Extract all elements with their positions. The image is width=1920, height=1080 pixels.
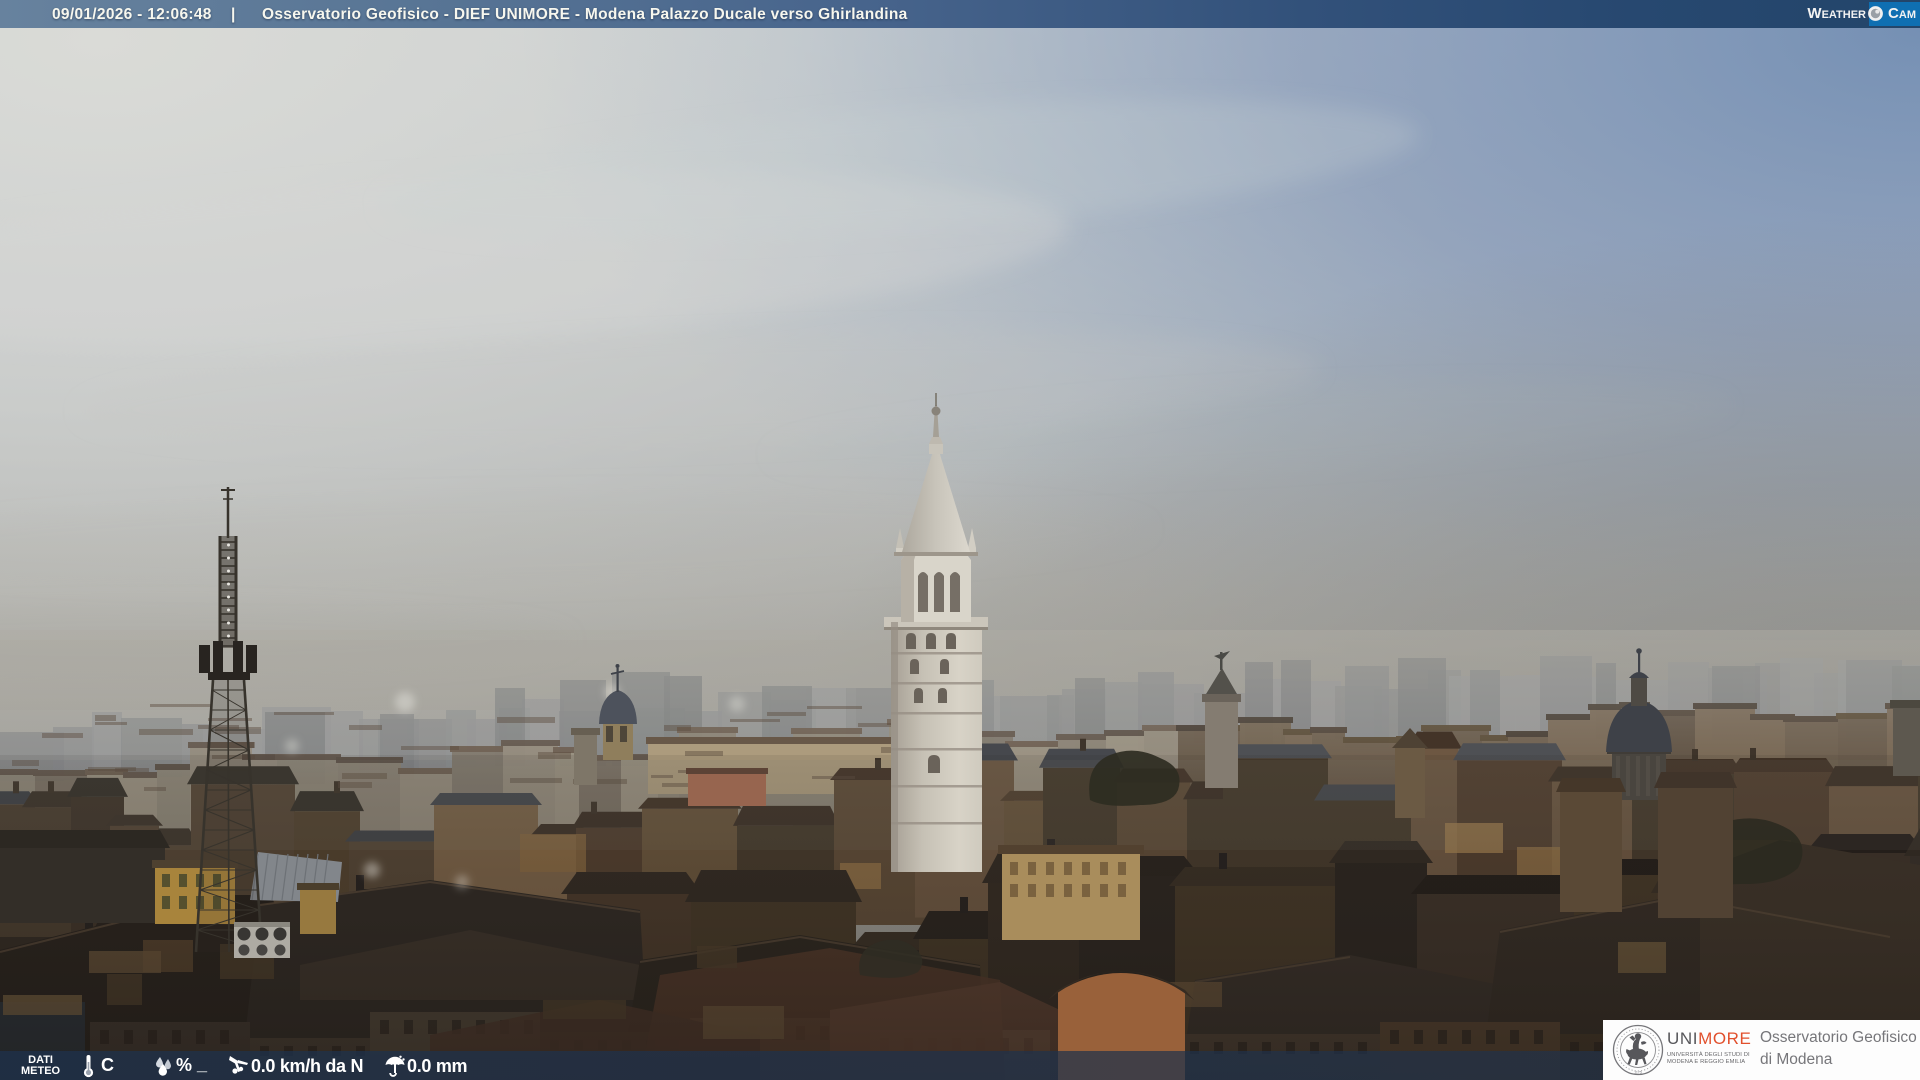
svg-text:1175: 1175 [1634, 1071, 1642, 1075]
